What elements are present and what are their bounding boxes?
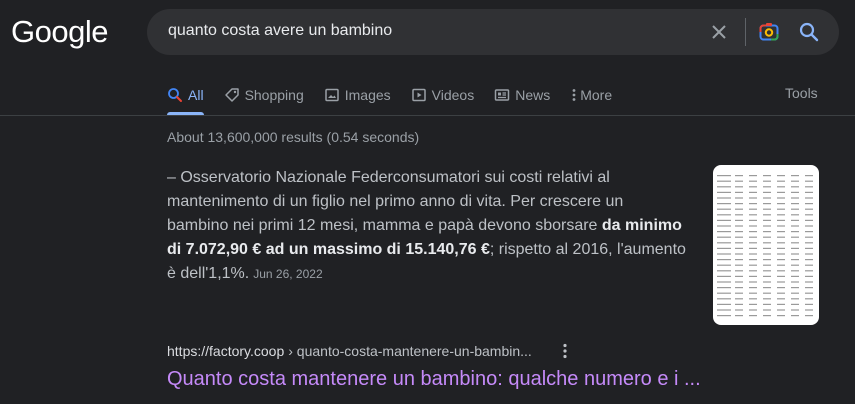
search-bar[interactable]: quanto costa avere un bambino — [147, 9, 839, 55]
tab-shopping[interactable]: Shopping — [224, 85, 304, 105]
search-tabs: All Shopping Images Videos News More — [167, 85, 632, 105]
tools-button[interactable]: Tools — [785, 85, 818, 101]
more-options-icon[interactable] — [558, 342, 572, 360]
play-icon — [411, 87, 427, 103]
search-icon — [167, 87, 183, 103]
search-icon[interactable] — [797, 20, 821, 44]
tab-all-label: All — [188, 87, 204, 103]
tab-more[interactable]: More — [570, 85, 612, 105]
news-icon — [494, 87, 510, 103]
snippet-date: Jun 26, 2022 — [253, 267, 323, 281]
tab-news[interactable]: News — [494, 85, 550, 105]
tab-videos[interactable]: Videos — [411, 85, 475, 105]
result-domain: https://factory.coop — [167, 343, 285, 359]
tab-shopping-label: Shopping — [244, 87, 304, 103]
featured-snippet: – Osservatorio Nazionale Federconsumator… — [167, 166, 687, 286]
header-divider — [0, 115, 855, 116]
tab-videos-label: Videos — [431, 87, 475, 103]
tab-news-label: News — [515, 87, 551, 103]
search-input[interactable]: quanto costa avere un bambino — [168, 22, 392, 40]
clear-icon[interactable] — [707, 20, 731, 44]
tab-all[interactable]: All — [167, 85, 204, 105]
image-icon — [324, 87, 340, 103]
tab-images-label: Images — [344, 87, 391, 103]
tag-icon — [224, 87, 240, 103]
result-path: › quanto-costa-mantenere-un-bambin... — [288, 343, 532, 359]
result-url[interactable]: https://factory.coop › quanto-costa-mant… — [167, 343, 532, 359]
snippet-thumbnail[interactable] — [713, 165, 819, 325]
google-logo[interactable]: Google — [11, 14, 108, 50]
snippet-text: – Osservatorio Nazionale Federconsumator… — [167, 169, 624, 234]
result-stats: About 13,600,000 results (0.54 seconds) — [167, 129, 420, 145]
tab-more-label: More — [580, 87, 613, 103]
lens-camera-icon[interactable] — [757, 20, 781, 44]
result-title-link[interactable]: Quanto costa mantenere un bambino: qualc… — [167, 368, 701, 391]
search-divider — [745, 18, 746, 46]
more-vert-icon — [570, 87, 578, 103]
tab-images[interactable]: Images — [324, 85, 391, 105]
